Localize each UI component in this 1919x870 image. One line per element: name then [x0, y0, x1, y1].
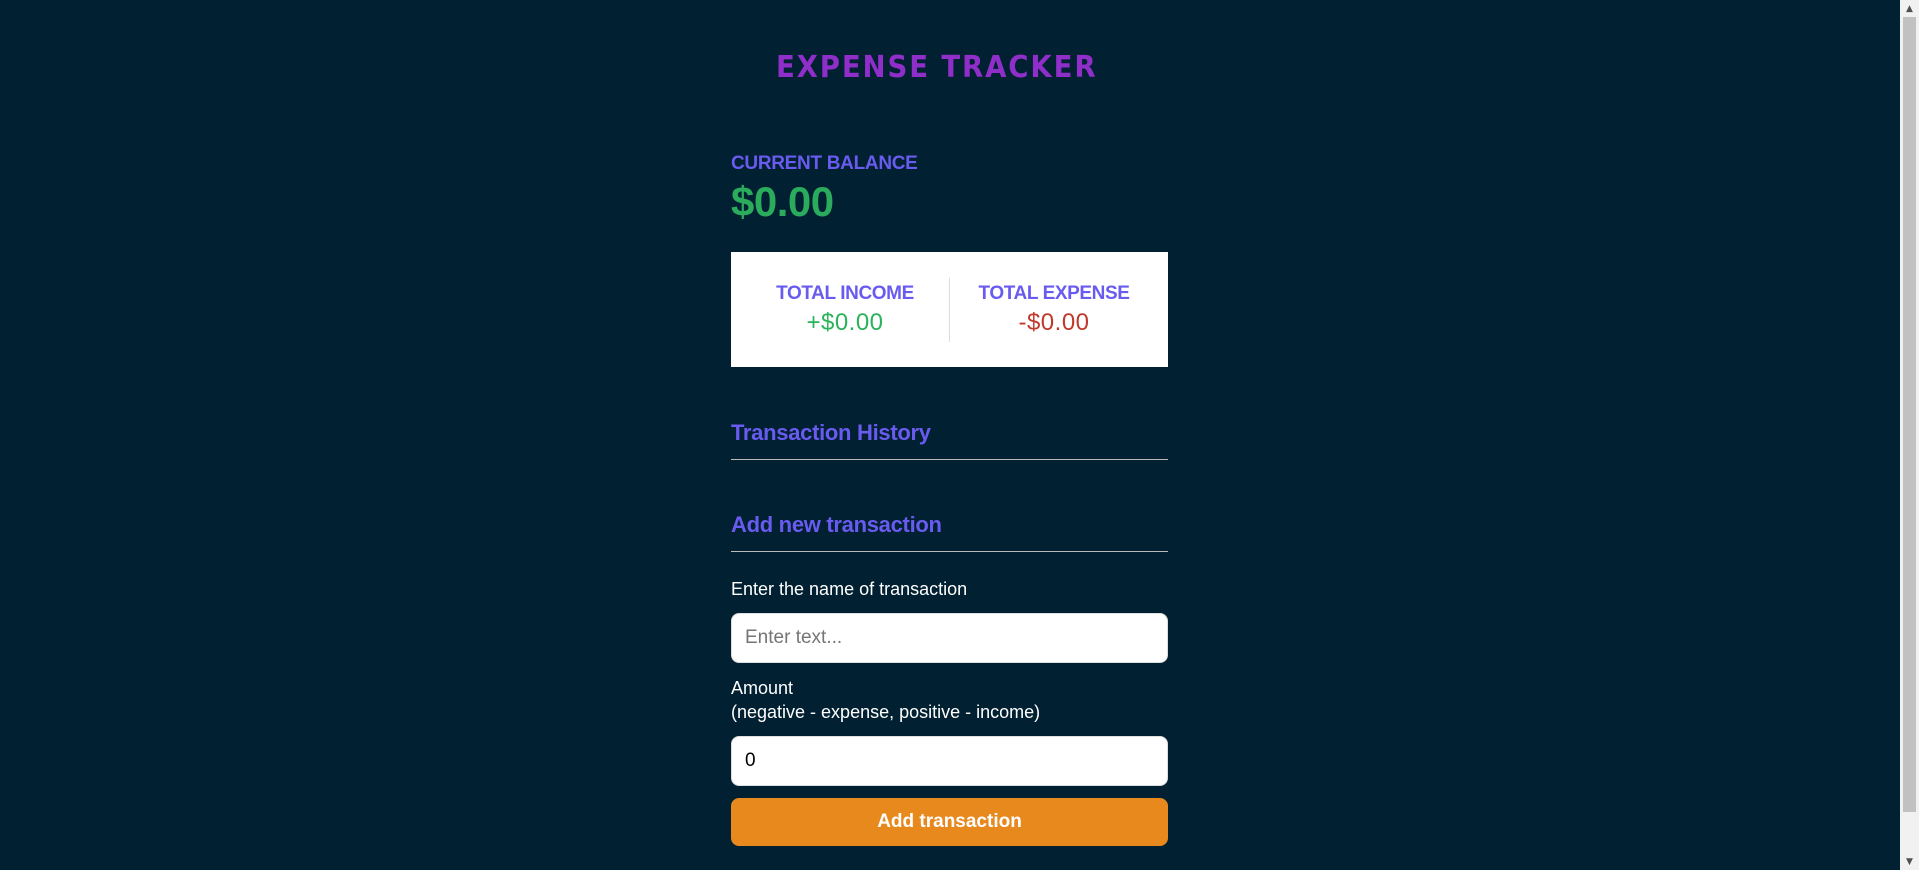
add-transaction-title: Add new transaction — [731, 512, 1168, 552]
balance-value: $0.00 — [731, 178, 834, 225]
header: EXPENSE TRACKER — [731, 50, 1168, 85]
expense-column: TOTAL EXPENSE -$0.00 — [950, 283, 1168, 337]
transaction-name-label: Enter the name of transaction — [731, 579, 968, 599]
transaction-name-input[interactable] — [731, 613, 1168, 663]
income-label: TOTAL INCOME — [776, 282, 914, 304]
vertical-scrollbar[interactable]: ▲ ▼ — [1900, 0, 1919, 870]
add-transaction-button[interactable]: Add transaction — [731, 798, 1168, 846]
income-expense-card: TOTAL INCOME +$0.00 TOTAL EXPENSE -$0.00 — [731, 252, 1168, 367]
expense-value: -$0.00 — [1018, 308, 1090, 336]
balance-label: CURRENT BALANCE — [731, 153, 918, 174]
page-title: EXPENSE TRACKER — [775, 50, 1098, 85]
amount-label-hint: (negative - expense, positive - income) — [731, 702, 1041, 722]
scrollbar-thumb[interactable] — [1903, 17, 1916, 812]
amount-label-title: Amount — [731, 678, 794, 698]
amount-label: Amount (negative - expense, positive - i… — [731, 676, 1040, 724]
income-column: TOTAL INCOME +$0.00 — [731, 283, 949, 337]
transaction-history-title: Transaction History — [731, 420, 1168, 460]
triangle-up-icon[interactable]: ▲ — [1900, 0, 1919, 17]
triangle-down-icon[interactable]: ▼ — [1900, 853, 1919, 870]
income-value: +$0.00 — [806, 308, 884, 336]
expense-label: TOTAL EXPENSE — [978, 282, 1130, 304]
amount-input[interactable] — [731, 736, 1168, 786]
page: EXPENSE TRACKER CURRENT BALANCE $0.00 TO… — [0, 0, 1919, 870]
